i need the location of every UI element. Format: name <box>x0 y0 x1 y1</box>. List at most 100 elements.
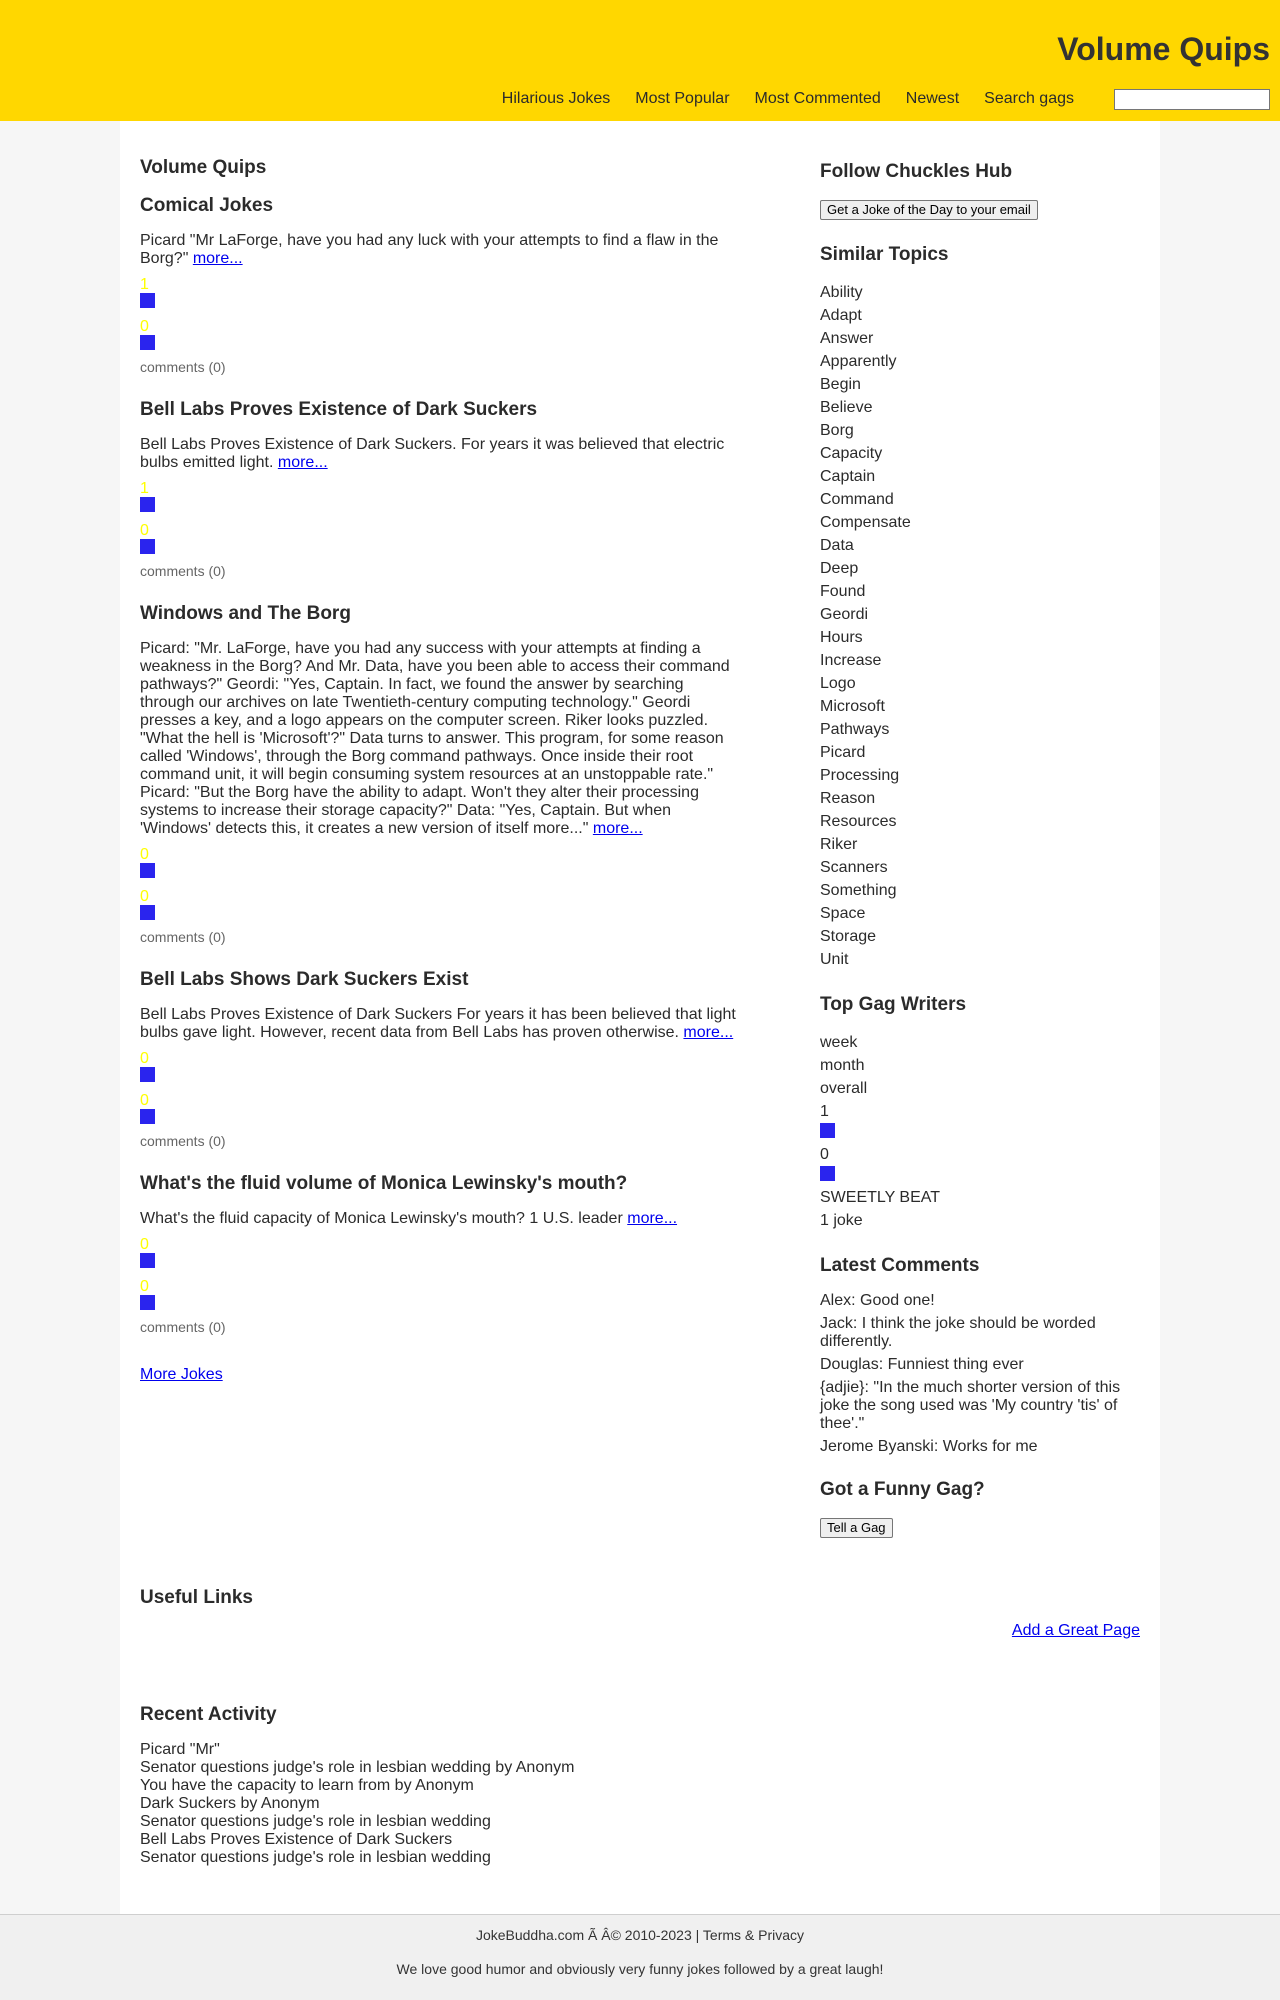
topic-item[interactable]: Reason <box>820 787 1140 810</box>
thumbs-up-icon[interactable] <box>140 497 155 512</box>
comment-item[interactable]: Jack: I think the joke should be worded … <box>820 1315 1140 1351</box>
comment-item[interactable]: Alex: Good one! <box>820 1292 1140 1310</box>
more-link[interactable]: more... <box>593 820 643 837</box>
topic-item[interactable]: Pathways <box>820 718 1140 741</box>
comment-item[interactable]: {adjie}: "In the much shorter version of… <box>820 1379 1140 1433</box>
joke-title[interactable]: What's the fluid volume of Monica Lewins… <box>140 1172 740 1196</box>
thumbs-up-icon[interactable] <box>140 293 155 308</box>
vote-up[interactable]: 0 <box>140 1050 740 1082</box>
vote-up[interactable]: 1 <box>140 276 740 308</box>
period-month[interactable]: month <box>820 1054 1140 1077</box>
activity-item[interactable]: Dark Suckers by Anonym <box>140 1795 1140 1813</box>
thumbs-up-icon[interactable] <box>140 863 155 878</box>
activity-item[interactable]: Senator questions judge's role in lesbia… <box>140 1813 1140 1831</box>
topic-item[interactable]: Scanners <box>820 856 1140 879</box>
nav-search-gags[interactable]: Search gags <box>984 88 1074 110</box>
topic-item[interactable]: Picard <box>820 741 1140 764</box>
comments-link[interactable]: comments (0) <box>140 358 740 376</box>
sidebar: Follow Chuckles Hub Get a Joke of the Da… <box>820 160 1140 1561</box>
topics-title: Similar Topics <box>820 244 949 265</box>
topic-item[interactable]: Capacity <box>820 442 1140 465</box>
topic-item[interactable]: Something <box>820 879 1140 902</box>
site-title[interactable]: Volume Quips <box>1057 29 1270 69</box>
vote-down-count: 0 <box>140 522 149 539</box>
comment-item[interactable]: Jerome Byanski: Works for me <box>820 1438 1140 1456</box>
topic-item[interactable]: Command <box>820 488 1140 511</box>
thumbs-down-icon[interactable] <box>140 1109 155 1124</box>
topic-item[interactable]: Believe <box>820 396 1140 419</box>
activity-item[interactable]: Senator questions judge's role in lesbia… <box>140 1759 1140 1777</box>
topic-item[interactable]: Logo <box>820 672 1140 695</box>
thumbs-down-icon[interactable] <box>140 1295 155 1310</box>
more-jokes-link[interactable]: More Jokes <box>140 1366 223 1384</box>
topic-item[interactable]: Microsoft <box>820 695 1140 718</box>
search-input[interactable] <box>1114 88 1270 110</box>
thumbs-up-icon[interactable] <box>140 1067 155 1082</box>
period-overall[interactable]: overall <box>820 1077 1140 1100</box>
activity-item[interactable]: Senator questions judge's role in lesbia… <box>140 1849 1140 1867</box>
joke-of-day-button[interactable]: Get a Joke of the Day to your email <box>820 200 1038 220</box>
more-link[interactable]: more... <box>193 250 243 267</box>
vote-down[interactable]: 0 <box>140 318 740 350</box>
topic-item[interactable]: Data <box>820 534 1140 557</box>
topic-item[interactable]: Adapt <box>820 304 1140 327</box>
tell-gag-button[interactable]: Tell a Gag <box>820 1518 893 1538</box>
topic-item[interactable]: Apparently <box>820 350 1140 373</box>
topic-item[interactable]: Found <box>820 580 1140 603</box>
topic-item[interactable]: Begin <box>820 373 1140 396</box>
nav-hilarious-jokes[interactable]: Hilarious Jokes <box>502 88 610 110</box>
vote-down[interactable]: 0 <box>140 1278 740 1310</box>
add-page-link[interactable]: Add a Great Page <box>1012 1622 1140 1640</box>
useful-title: Useful Links <box>140 1587 253 1608</box>
thumbs-down-icon[interactable] <box>140 335 155 350</box>
vote-up[interactable]: 1 <box>140 480 740 512</box>
more-link[interactable]: more... <box>278 454 328 471</box>
joke-title[interactable]: Windows and The Borg <box>140 602 740 626</box>
joke-title[interactable]: Bell Labs Shows Dark Suckers Exist <box>140 968 740 992</box>
topic-item[interactable]: Unit <box>820 948 1140 971</box>
activity-item[interactable]: Picard "Mr" <box>140 1741 1140 1759</box>
footer-copyright[interactable]: JokeBuddha.com Ã Â© 2010-2023 | Terms & … <box>0 1927 1280 1943</box>
comments-link[interactable]: comments (0) <box>140 1132 740 1150</box>
more-link[interactable]: more... <box>683 1024 733 1041</box>
topic-item[interactable]: Resources <box>820 810 1140 833</box>
period-week[interactable]: week <box>820 1031 1140 1054</box>
vote-up[interactable]: 0 <box>140 1236 740 1268</box>
vote-down[interactable]: 0 <box>140 522 740 554</box>
activity-item[interactable]: You have the capacity to learn from by A… <box>140 1777 1140 1795</box>
comment-item[interactable]: Douglas: Funniest thing ever <box>820 1356 1140 1374</box>
comments-link[interactable]: comments (0) <box>140 562 740 580</box>
nav-most-popular[interactable]: Most Popular <box>635 88 729 110</box>
topic-item[interactable]: Geordi <box>820 603 1140 626</box>
comments-link[interactable]: comments (0) <box>140 1318 740 1336</box>
section-title: Volume Quips <box>140 157 267 178</box>
topic-item[interactable]: Storage <box>820 925 1140 948</box>
topic-item[interactable]: Deep <box>820 557 1140 580</box>
topic-item[interactable]: Increase <box>820 649 1140 672</box>
topic-item[interactable]: Answer <box>820 327 1140 350</box>
topic-item[interactable]: Hours <box>820 626 1140 649</box>
vote-down[interactable]: 0 <box>140 1092 740 1124</box>
vote-up[interactable]: 0 <box>140 846 740 878</box>
joke-title[interactable]: Comical Jokes <box>140 194 740 218</box>
topic-item[interactable]: Riker <box>820 833 1140 856</box>
more-link[interactable]: more... <box>627 1210 677 1227</box>
activity-item[interactable]: Bell Labs Proves Existence of Dark Sucke… <box>140 1831 1140 1849</box>
topic-item[interactable]: Space <box>820 902 1140 925</box>
vote-down[interactable]: 0 <box>140 888 740 920</box>
topic-item[interactable]: Processing <box>820 764 1140 787</box>
thumbs-down-icon[interactable] <box>140 905 155 920</box>
nav-most-commented[interactable]: Most Commented <box>755 88 881 110</box>
topic-item[interactable]: Ability <box>820 281 1140 304</box>
thumbs-up-icon[interactable] <box>140 1253 155 1268</box>
topic-item[interactable]: Captain <box>820 465 1140 488</box>
thumbs-down-icon[interactable] <box>140 539 155 554</box>
topic-item[interactable]: Compensate <box>820 511 1140 534</box>
nav-newest[interactable]: Newest <box>906 88 959 110</box>
writer-name[interactable]: SWEETLY BEAT <box>820 1186 1140 1209</box>
topic-item[interactable]: Borg <box>820 419 1140 442</box>
thumbs-up-icon[interactable] <box>820 1123 835 1138</box>
joke-title[interactable]: Bell Labs Proves Existence of Dark Sucke… <box>140 398 740 422</box>
comments-link[interactable]: comments (0) <box>140 928 740 946</box>
thumbs-down-icon[interactable] <box>820 1166 835 1181</box>
